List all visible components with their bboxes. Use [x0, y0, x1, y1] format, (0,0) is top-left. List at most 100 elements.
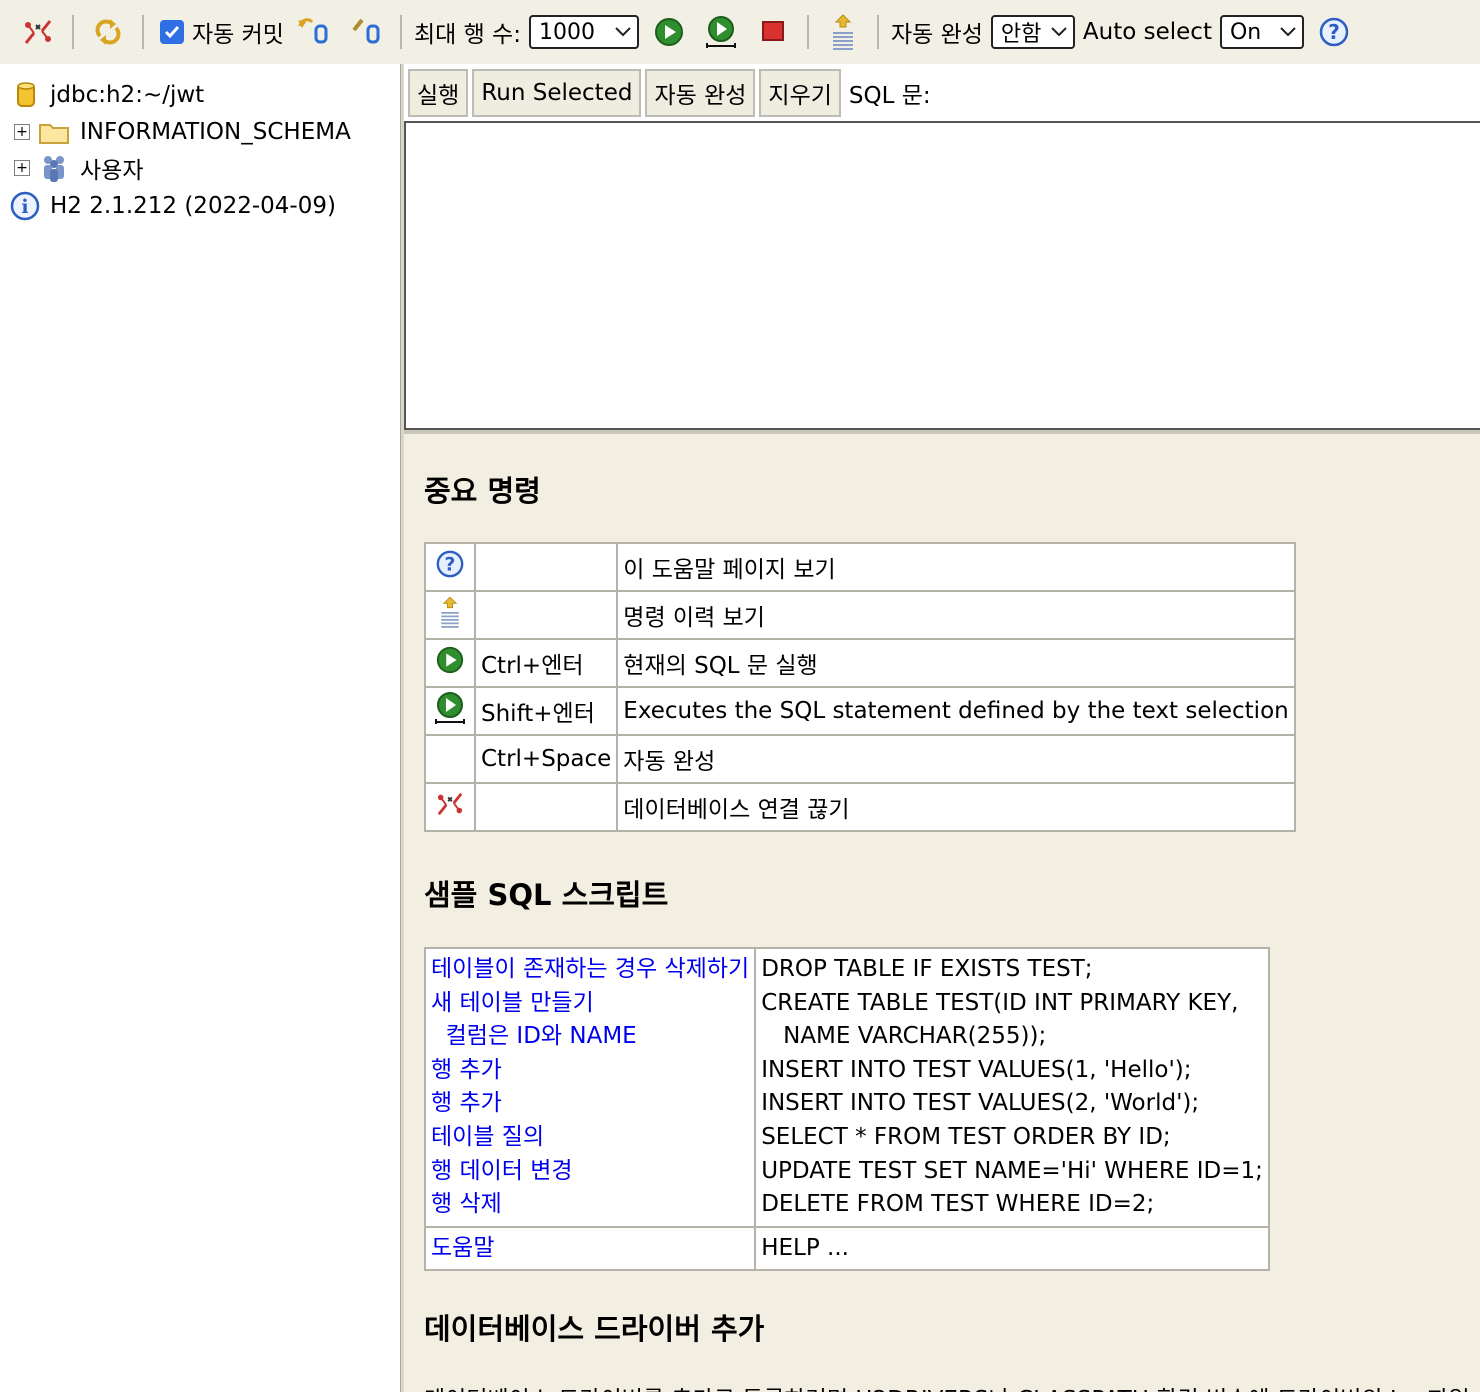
- query-toolbar: 실행 Run Selected 자동 완성 지우기 SQL 문:: [404, 64, 1480, 122]
- table-row: 도움말 HELP ...: [423, 1225, 1270, 1272]
- auto-complete-value: 안함: [1000, 22, 1042, 47]
- sample-sql-line: NAME VARCHAR(255));: [761, 1023, 1047, 1050]
- svg-text:?: ?: [445, 555, 456, 576]
- command-key: [473, 542, 619, 592]
- users-icon: [44, 156, 64, 182]
- sample-links-cell: 도움말: [423, 1225, 757, 1272]
- sample-sql-line: INSERT INTO TEST VALUES(2, 'World');: [761, 1090, 1200, 1117]
- sql-input[interactable]: [404, 121, 1480, 430]
- sample-sql-cell: DROP TABLE IF EXISTS TEST; CREATE TABLE …: [754, 947, 1270, 1228]
- commit-icon[interactable]: [346, 12, 386, 52]
- toolbar-separator: [876, 15, 879, 49]
- table-row: 명령 이력 보기: [424, 590, 1296, 640]
- tree-item-version: i H2 2.1.212 (2022-04-09): [10, 188, 336, 224]
- auto-commit-label: 자동 커밋: [192, 22, 284, 48]
- run-selected-icon[interactable]: [701, 12, 741, 52]
- add-driver-text: 데이터베이스 드라이버를 추가로 등록하려면 H2DRIVERS나 CLASSP…: [424, 1380, 1480, 1392]
- run-selected-icon: [435, 692, 465, 724]
- sample-link-help[interactable]: 도움말: [431, 1232, 749, 1266]
- expand-icon[interactable]: +: [14, 124, 30, 140]
- table-row: Ctrl+엔터 현재의 SQL 문 실행: [424, 638, 1296, 688]
- command-key: [473, 590, 619, 640]
- add-driver-title: 데이터베이스 드라이버 추가: [424, 1312, 765, 1346]
- history-icon[interactable]: [823, 12, 863, 52]
- stop-icon[interactable]: [753, 12, 793, 52]
- connection-label: jdbc:h2:~/jwt: [50, 82, 205, 108]
- important-commands-table: ? 이 도움말 페이지 보기 명령 이력 보기 Ctrl+엔터 현재의 SQL …: [424, 542, 1296, 832]
- clear-button[interactable]: 지우기: [759, 69, 841, 117]
- chevron-down-icon: [1051, 27, 1067, 37]
- version-label: H2 2.1.212 (2022-04-09): [50, 193, 336, 219]
- sample-link-create-table[interactable]: 새 테이블 만들기: [431, 987, 749, 1021]
- help-icon: ?: [436, 550, 464, 578]
- auto-complete-button[interactable]: 자동 완성: [645, 69, 756, 117]
- sample-sql-line: CREATE TABLE TEST(ID INT PRIMARY KEY,: [761, 989, 1239, 1016]
- max-rows-value: 1000: [538, 19, 595, 45]
- sample-link-drop-table[interactable]: 테이블이 존재하는 경우 삭제하기: [431, 953, 749, 987]
- run-icon[interactable]: [649, 12, 689, 52]
- sample-sql-table: 테이블이 존재하는 경우 삭제하기 새 테이블 만들기 컬럼은 ID와 NAME…: [423, 947, 1270, 1272]
- auto-complete-label: 자동 완성: [890, 22, 983, 48]
- table-row: Shift+엔터 Executes the SQL statement defi…: [424, 686, 1296, 736]
- history-icon: [441, 596, 459, 628]
- svg-text:?: ?: [1328, 20, 1340, 44]
- users-label: 사용자: [80, 158, 144, 184]
- sql-statement-label: SQL 문:: [848, 83, 931, 109]
- auto-commit-checkbox[interactable]: [160, 20, 184, 44]
- folder-icon: [39, 124, 69, 144]
- auto-select-label: Auto select: [1082, 19, 1212, 45]
- command-key: Ctrl+Space: [473, 734, 619, 784]
- tree-item-information-schema[interactable]: + INFORMATION_SCHEMA: [14, 114, 351, 150]
- toolbar: 자동 커밋 최대 행 수: 1000 자동 완성 안함 Auto select …: [0, 0, 1480, 64]
- help-icon[interactable]: ?: [1314, 12, 1354, 52]
- table-row: 데이터베이스 연결 끊기: [424, 782, 1296, 832]
- auto-complete-select[interactable]: 안함: [990, 15, 1075, 49]
- run-button[interactable]: 실행: [408, 69, 469, 117]
- sample-link-delete[interactable]: 행 삭제: [431, 1188, 749, 1222]
- max-rows-select[interactable]: 1000: [528, 15, 639, 49]
- auto-select-select[interactable]: On: [1219, 15, 1304, 49]
- toolbar-separator: [72, 15, 74, 49]
- table-row: 테이블이 존재하는 경우 삭제하기 새 테이블 만들기 컬럼은 ID와 NAME…: [423, 947, 1270, 1228]
- auto-select-value: On: [1229, 19, 1262, 45]
- command-desc: 현재의 SQL 문 실행: [616, 638, 1296, 688]
- sample-sql-line: HELP ...: [761, 1234, 849, 1261]
- sample-sql-line: UPDATE TEST SET NAME='Hi' WHERE ID=1;: [761, 1157, 1263, 1184]
- schema-tree: jdbc:h2:~/jwt + INFORMATION_SCHEMA + 사용자…: [0, 64, 400, 1392]
- rollback-icon[interactable]: [294, 12, 334, 52]
- expand-icon[interactable]: +: [14, 160, 30, 176]
- disconnect-icon: [437, 792, 463, 816]
- refresh-icon[interactable]: [88, 12, 128, 52]
- tree-item-connection[interactable]: jdbc:h2:~/jwt: [14, 77, 204, 113]
- command-key: Ctrl+엔터: [473, 638, 619, 688]
- result-panel: 중요 명령 ? 이 도움말 페이지 보기 명령 이력 보기 Ctrl+엔터 현재…: [404, 434, 1480, 1392]
- tree-item-users[interactable]: + 사용자: [14, 150, 143, 186]
- table-row: Ctrl+Space 자동 완성: [424, 734, 1296, 784]
- sample-sql-line: DROP TABLE IF EXISTS TEST;: [761, 956, 1093, 982]
- sample-link-insert-2[interactable]: 행 추가: [431, 1087, 749, 1121]
- sample-links-cell: 테이블이 존재하는 경우 삭제하기 새 테이블 만들기 컬럼은 ID와 NAME…: [423, 947, 757, 1228]
- toolbar-separator: [399, 15, 402, 49]
- svg-text:i: i: [21, 196, 28, 218]
- sample-link-columns[interactable]: 컬럼은 ID와 NAME: [431, 1020, 749, 1054]
- sample-link-insert-1[interactable]: 행 추가: [431, 1054, 749, 1088]
- sample-sql-line: DELETE FROM TEST WHERE ID=2;: [761, 1191, 1155, 1218]
- sample-sql-title: 샘플 SQL 스크립트: [424, 878, 669, 912]
- sample-link-update[interactable]: 행 데이터 변경: [431, 1155, 749, 1189]
- info-icon: i: [10, 191, 40, 221]
- sample-link-select[interactable]: 테이블 질의: [431, 1121, 749, 1155]
- max-rows-label: 최대 행 수:: [413, 22, 521, 48]
- table-row: ? 이 도움말 페이지 보기: [424, 542, 1296, 592]
- toolbar-separator: [142, 15, 144, 49]
- run-icon: [436, 646, 464, 674]
- sample-sql-line: INSERT INTO TEST VALUES(1, 'Hello');: [761, 1056, 1192, 1083]
- command-desc: Executes the SQL statement defined by th…: [616, 686, 1296, 736]
- disconnect-icon[interactable]: [18, 12, 58, 52]
- chevron-down-icon: [1280, 27, 1296, 37]
- command-desc: 데이터베이스 연결 끊기: [616, 782, 1296, 832]
- command-desc: 이 도움말 페이지 보기: [616, 542, 1296, 592]
- command-key: [473, 782, 619, 832]
- run-selected-button[interactable]: Run Selected: [472, 69, 642, 117]
- chevron-down-icon: [615, 27, 631, 37]
- information-schema-label: INFORMATION_SCHEMA: [80, 119, 351, 145]
